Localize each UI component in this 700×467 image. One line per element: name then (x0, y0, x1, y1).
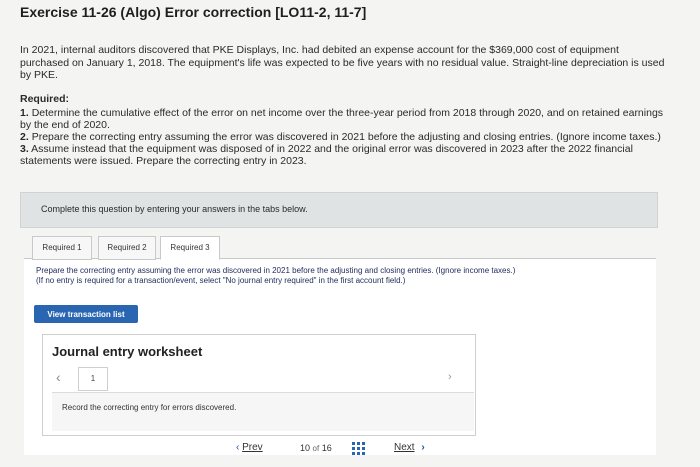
worksheet-record-row: Record the correcting entry for errors d… (52, 392, 474, 431)
worksheet-next-icon[interactable]: › (448, 371, 452, 383)
worksheet-title: Journal entry worksheet (52, 344, 203, 359)
next-label: Next (394, 442, 415, 453)
complete-question-text: Complete this question by entering your … (41, 204, 308, 214)
prev-question-button[interactable]: ‹ Prev (236, 442, 263, 453)
total-questions: 16 (321, 443, 332, 453)
grid-icon[interactable] (352, 442, 366, 456)
exercise-title: Exercise 11-26 (Algo) Error correction [… (20, 4, 367, 20)
complete-question-bar: Complete this question by entering your … (20, 192, 658, 228)
tab-instruction: Prepare the correcting entry assuming th… (36, 266, 656, 286)
requirement-3: 3. Assume instead that the equipment was… (20, 143, 633, 167)
worksheet-record-text: Record the correcting entry for errors d… (62, 403, 237, 412)
worksheet-prev-icon[interactable]: ‹ (56, 369, 61, 385)
instruction-note: (If no entry is required for a transacti… (36, 276, 406, 285)
of-label: of (312, 444, 320, 453)
tab-required-1[interactable]: Required 1 (32, 236, 92, 260)
next-question-button[interactable]: Next › (394, 442, 425, 453)
current-question: 10 (300, 443, 311, 453)
requirement-1: 1. Determine the cumulative effect of th… (20, 107, 664, 131)
question-pager: ‹ Prev 10 of 16 Next › (0, 442, 700, 462)
chevron-left-icon: ‹ (236, 442, 240, 453)
question-counter: 10 of 16 (300, 443, 332, 453)
prev-label: Prev (242, 442, 263, 453)
chevron-right-icon: › (421, 442, 425, 453)
required-tabs: Required 1 Required 2 Required 3 (24, 232, 656, 266)
worksheet-page-number[interactable]: 1 (78, 367, 108, 391)
requirement-2: 2. Prepare the correcting entry assuming… (20, 131, 661, 143)
tab-required-2[interactable]: Required 2 (98, 236, 156, 260)
required-heading: Required: (20, 93, 70, 105)
exercise-intro: In 2021, internal auditors discovered th… (20, 44, 665, 81)
requirements-list: 1. Determine the cumulative effect of th… (20, 107, 675, 167)
instruction-text: Prepare the correcting entry assuming th… (36, 266, 516, 275)
tab-required-3[interactable]: Required 3 (160, 236, 220, 260)
view-transaction-list-button[interactable]: View transaction list (34, 305, 138, 323)
